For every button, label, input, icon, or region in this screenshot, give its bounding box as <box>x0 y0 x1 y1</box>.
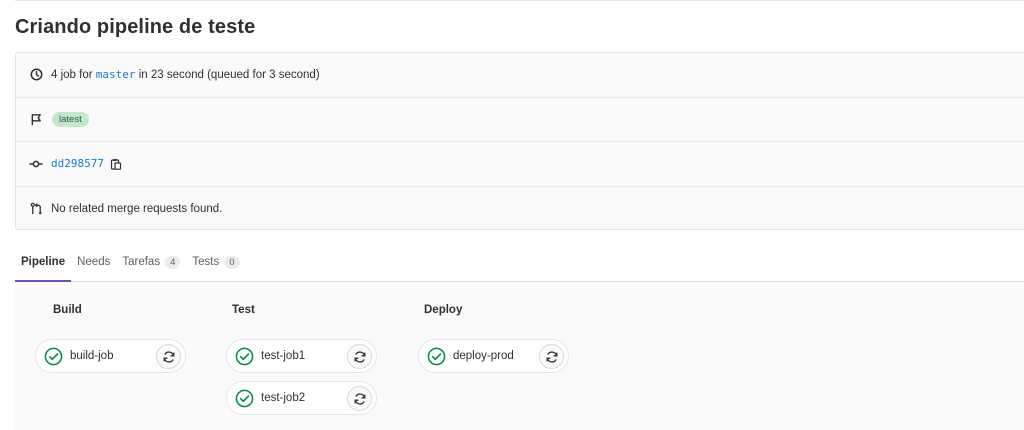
status-success-icon <box>44 347 63 366</box>
status-success-icon <box>235 347 254 366</box>
retry-button[interactable] <box>539 344 564 369</box>
stage-title-build: Build <box>53 304 82 316</box>
job-name: deploy-prod <box>453 350 514 362</box>
tab-needs[interactable]: Needs <box>71 243 116 281</box>
info-row-merge-requests: No related merge requests found. <box>16 187 1024 232</box>
top-divider <box>15 0 1024 1</box>
commit-sha-link[interactable]: dd298577 <box>51 157 104 170</box>
stage-title-test: Test <box>232 304 255 316</box>
retry-icon <box>354 392 365 405</box>
page-title: Criando pipeline de teste <box>15 16 256 38</box>
retry-button[interactable] <box>347 344 372 369</box>
tab-count-badge: 0 <box>224 255 240 269</box>
clock-icon <box>29 68 43 82</box>
retry-button[interactable] <box>156 344 181 369</box>
job-deploy-prod[interactable]: deploy-prod <box>418 339 569 373</box>
merge-request-icon <box>29 202 43 216</box>
commit-icon <box>29 157 43 171</box>
stage-title-deploy: Deploy <box>424 304 463 316</box>
status-success-icon <box>235 389 254 408</box>
status-success-icon <box>427 347 446 366</box>
job-name: test-job2 <box>261 392 306 404</box>
job-test-job2[interactable]: test-job2 <box>226 381 377 415</box>
clipboard-icon[interactable] <box>110 157 123 170</box>
tab-label: Tests <box>192 256 220 268</box>
retry-icon <box>163 350 174 363</box>
tab-tests[interactable]: Tests 0 <box>186 243 245 281</box>
flag-icon <box>29 112 43 126</box>
latest-badge: latest <box>52 111 89 127</box>
tab-pipeline[interactable]: Pipeline <box>15 243 72 282</box>
retry-icon <box>354 350 365 363</box>
jobs-count-text: 4 job for <box>51 69 96 82</box>
tab-label: Tarefas <box>122 256 161 268</box>
job-test-job1[interactable]: test-job1 <box>226 339 377 373</box>
info-row-badges: latest <box>16 98 1024 142</box>
job-name: test-job1 <box>261 350 306 362</box>
duration-text: 4 job for master in 23 second (queued fo… <box>51 68 320 81</box>
info-row-commit: dd298577 <box>16 142 1024 187</box>
pipeline-info-box: 4 job for master in 23 second (queued fo… <box>15 52 1024 230</box>
tab-tarefas[interactable]: Tarefas 4 <box>116 243 186 281</box>
info-row-duration: 4 job for master in 23 second (queued fo… <box>16 53 1024 98</box>
retry-button[interactable] <box>347 386 372 411</box>
tab-count-badge: 4 <box>165 255 181 269</box>
retry-icon <box>546 350 557 363</box>
pipeline-tabs: Pipeline Needs Tarefas 4 Tests 0 <box>15 244 1024 282</box>
pipeline-graph: Build build-job Test test-job1 test-job2… <box>15 283 1024 430</box>
duration-detail-text: in 23 second (queued for 3 second) <box>135 69 320 82</box>
job-name: build-job <box>70 350 114 362</box>
tab-label: Pipeline <box>21 256 66 268</box>
job-build-job[interactable]: build-job <box>35 339 186 373</box>
tab-label: Needs <box>77 256 111 268</box>
merge-requests-text: No related merge requests found. <box>51 202 223 215</box>
branch-link[interactable]: master <box>96 68 136 81</box>
